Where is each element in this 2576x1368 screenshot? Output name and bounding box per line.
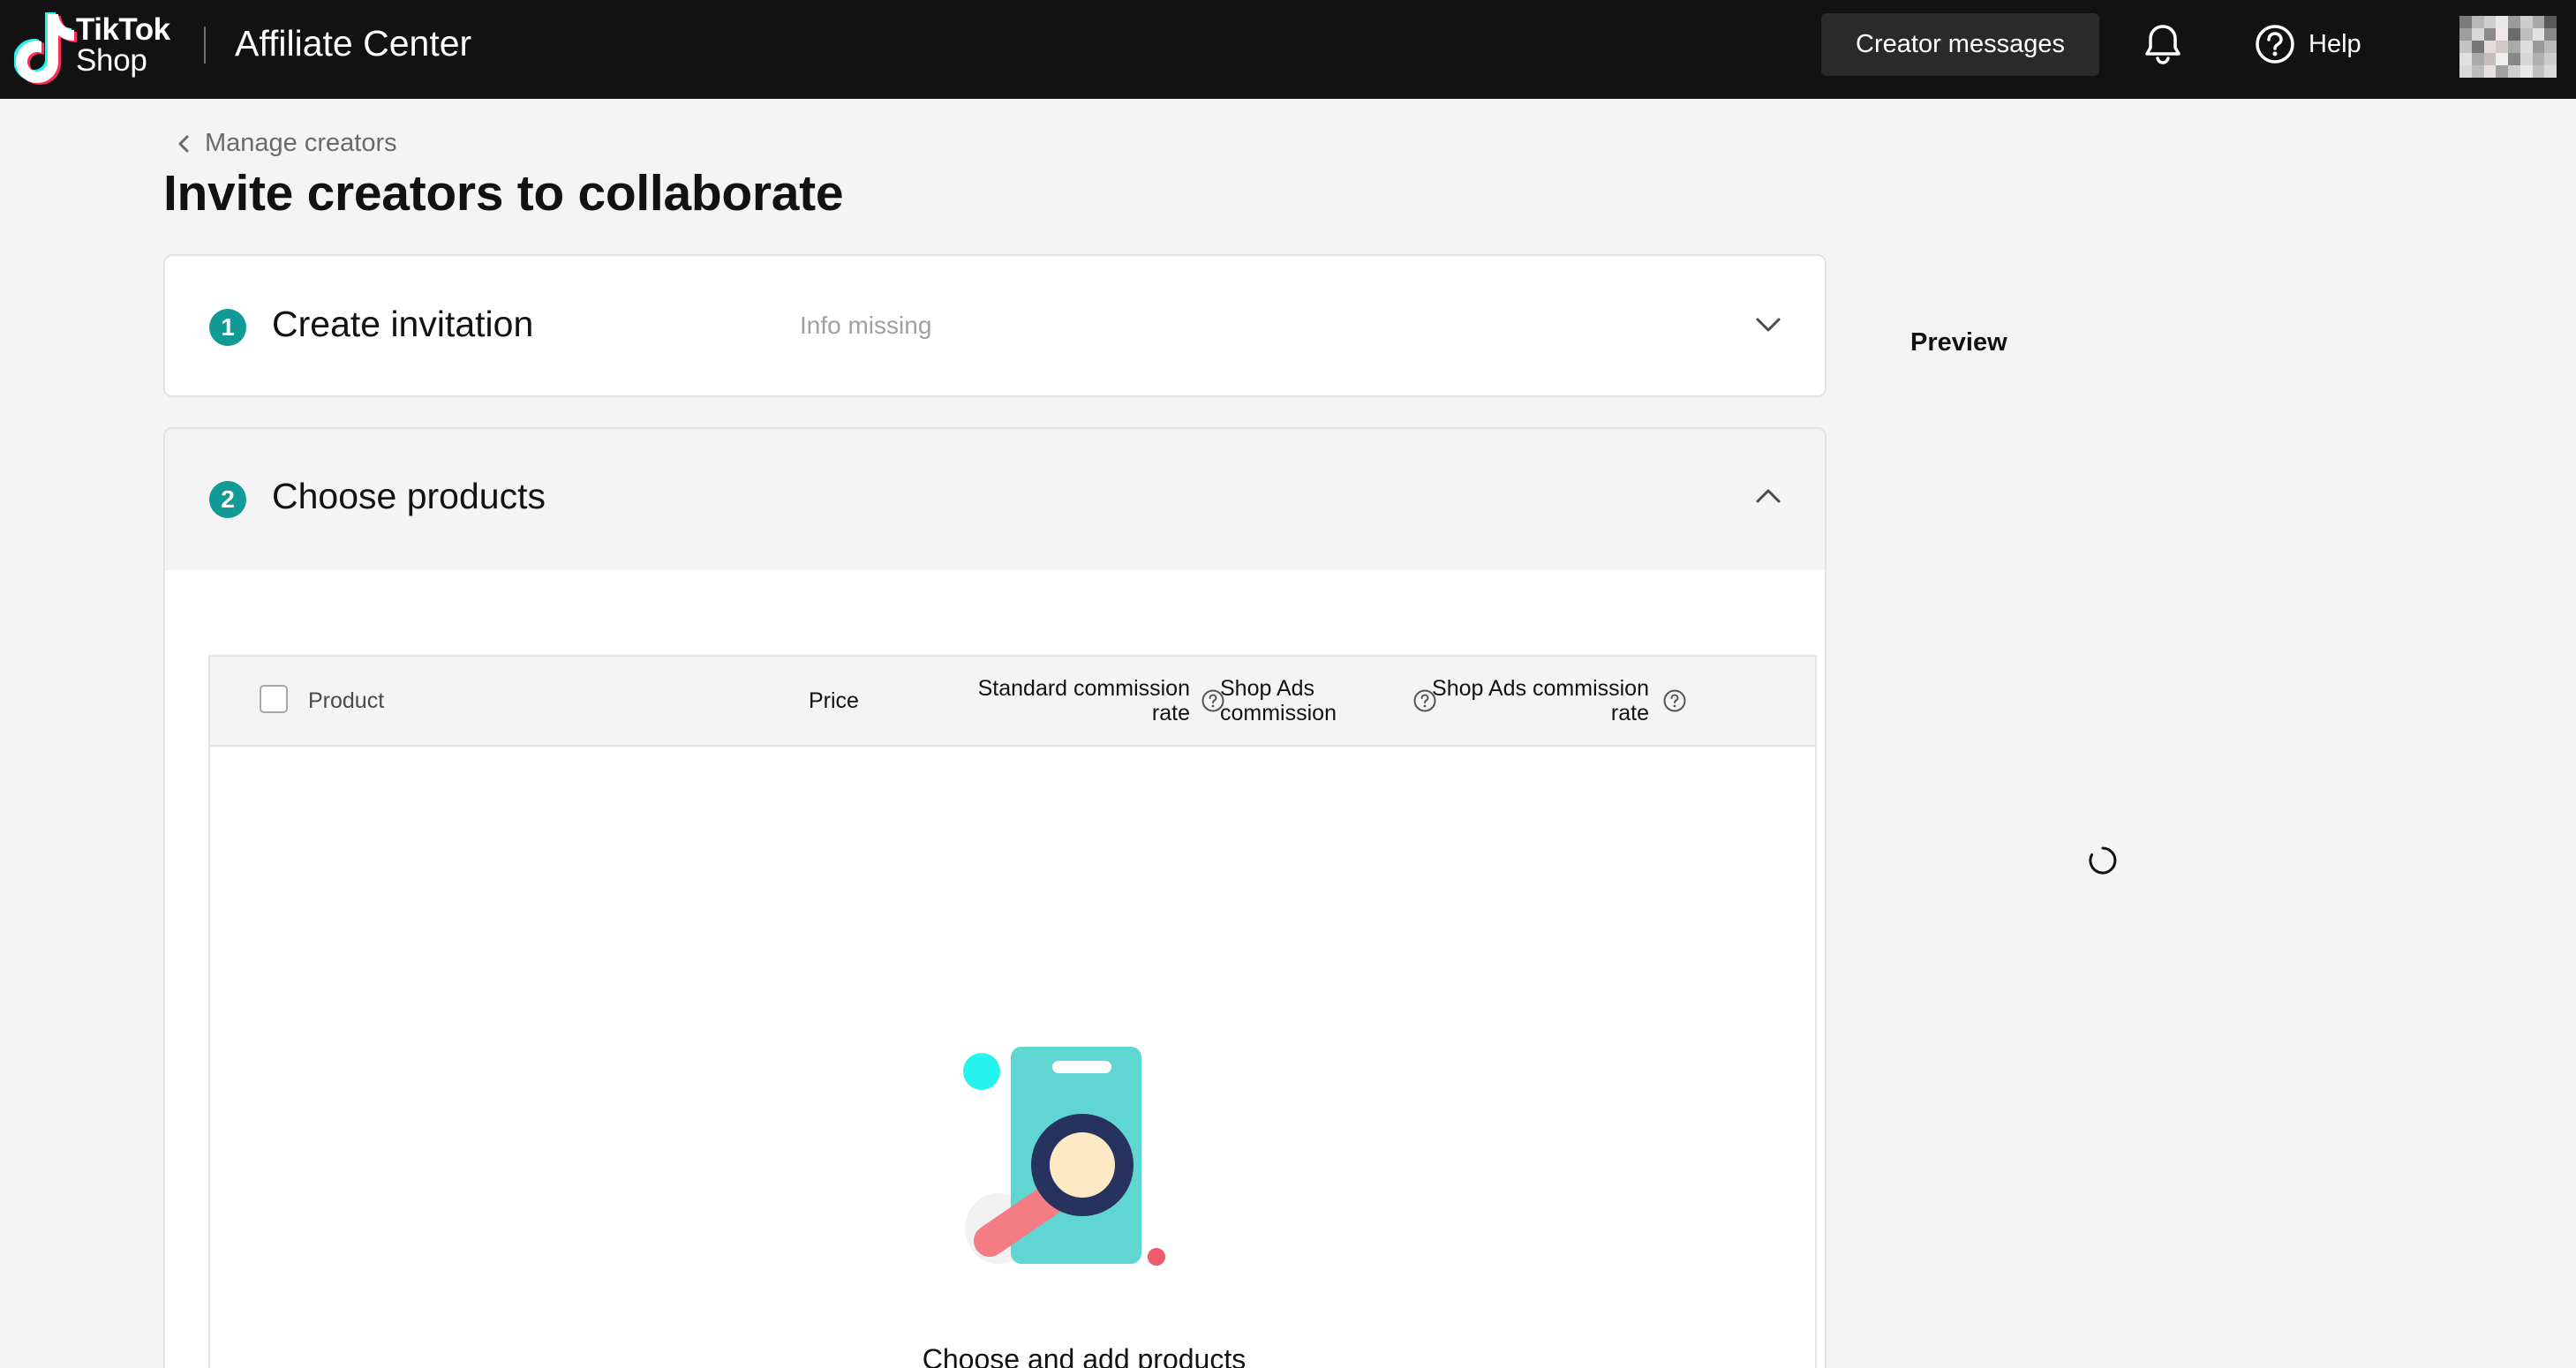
column-label-line: commission: [1220, 701, 1337, 725]
question-circle-icon: [2256, 25, 2294, 64]
logo-line-2: Shop: [76, 43, 147, 78]
column-price[interactable]: Price: [809, 688, 859, 713]
column-label-line: Standard commission: [977, 676, 1190, 701]
question-circle-icon[interactable]: [1662, 688, 1687, 713]
column-shop-ads-commission: Shop Ads commission: [1220, 676, 1337, 725]
step-number-badge: 1: [209, 309, 246, 346]
step-choose-products: 2 Choose products Product Price Standard…: [163, 427, 1827, 1368]
back-label: Manage creators: [205, 129, 397, 157]
column-label-line: rate: [1610, 701, 1649, 725]
loading-spinner-icon: [2089, 846, 2117, 875]
column-label-line: Shop Ads: [1220, 676, 1315, 701]
creator-messages-button[interactable]: Creator messages: [1821, 13, 2099, 76]
help-link[interactable]: Help: [2254, 21, 2361, 67]
column-label-line: rate: [1151, 701, 1190, 725]
page-title: Invite creators to collaborate: [163, 165, 844, 222]
top-bar: TikTok Shop Affiliate Center Creator mes…: [0, 0, 2576, 99]
preview-label: Preview: [1910, 328, 2007, 357]
app-title: Affiliate Center: [235, 23, 472, 64]
empty-state-message: Choose and add products: [922, 1343, 1247, 1368]
table-header: Product Price Standard commission rate S…: [210, 657, 1815, 747]
avatar[interactable]: [2459, 16, 2557, 78]
step-title: Choose products: [272, 476, 546, 516]
column-product: Product: [308, 688, 385, 713]
back-to-manage-creators[interactable]: Manage creators: [175, 129, 397, 158]
step-title: Create invitation: [272, 304, 534, 344]
tiktok-shop-logo[interactable]: TikTok Shop: [14, 11, 182, 88]
step-create-invitation[interactable]: 1 Create invitation Info missing: [163, 254, 1827, 397]
products-table: Product Price Standard commission rate S…: [208, 655, 1817, 1368]
select-all-checkbox[interactable]: [260, 685, 288, 713]
column-standard-commission-rate: Standard commission rate: [925, 676, 1190, 725]
empty-products-illustration-icon: [963, 1047, 1165, 1266]
chevron-down-icon[interactable]: [1754, 311, 1782, 339]
column-label-line: Shop Ads commission: [1432, 676, 1649, 701]
logo-wordmark: TikTok Shop: [76, 14, 170, 76]
chevron-up-icon[interactable]: [1754, 482, 1782, 510]
header-divider: [204, 26, 206, 64]
bell-icon[interactable]: [2140, 21, 2186, 67]
tiktok-note-icon: [14, 12, 77, 85]
step-header[interactable]: 2 Choose products: [165, 429, 1825, 570]
step-number-badge: 2: [209, 481, 246, 518]
column-shop-ads-commission-rate: Shop Ads commission rate: [1420, 676, 1649, 725]
logo-line-1: TikTok: [76, 12, 170, 47]
help-label: Help: [2309, 29, 2361, 58]
chevron-left-icon: [178, 135, 189, 152]
step-status: Info missing: [800, 312, 932, 339]
